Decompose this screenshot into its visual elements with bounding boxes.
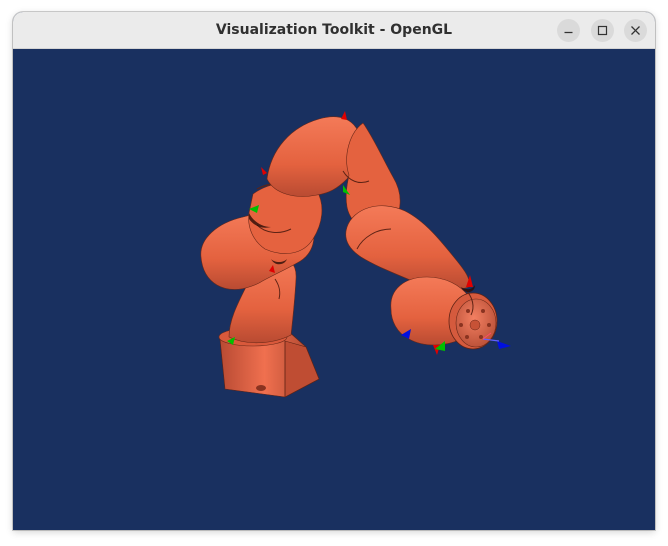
base-connector bbox=[256, 385, 266, 391]
minimize-icon bbox=[564, 31, 573, 34]
title-bar[interactable]: Visualization Toolkit - OpenGL bbox=[13, 12, 655, 49]
close-button[interactable] bbox=[624, 19, 647, 42]
z-axis-marker bbox=[497, 341, 511, 349]
maximize-icon bbox=[597, 25, 608, 36]
minimize-button[interactable] bbox=[557, 19, 580, 42]
close-icon bbox=[631, 26, 640, 35]
render-viewport[interactable] bbox=[13, 49, 655, 530]
robot-arm-scene bbox=[200, 111, 511, 398]
robot-link-4 bbox=[345, 205, 470, 290]
robot-wrist bbox=[390, 276, 498, 350]
x-axis-marker bbox=[261, 167, 267, 175]
maximize-button[interactable] bbox=[591, 19, 614, 42]
robot-link-2 bbox=[200, 182, 323, 290]
x-axis-marker bbox=[341, 111, 347, 120]
vtk-window: Visualization Toolkit - OpenGL bbox=[13, 12, 655, 530]
